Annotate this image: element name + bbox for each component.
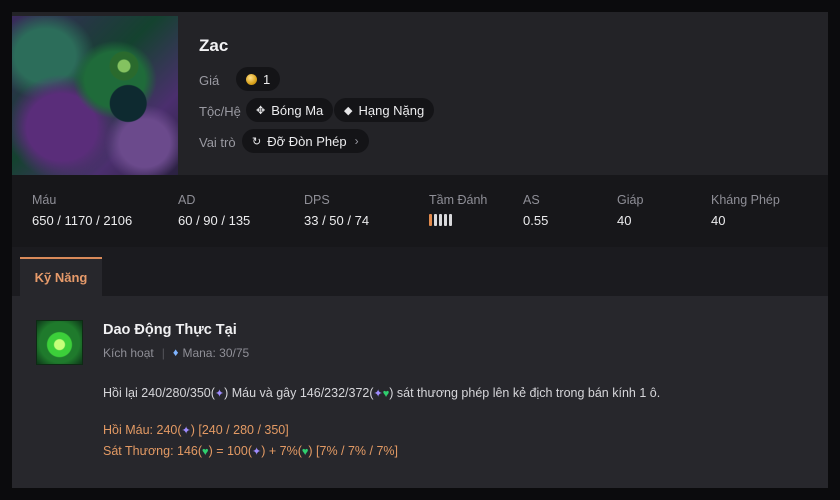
scaling-text: ) [7% / 7% / 7%] xyxy=(308,444,399,458)
stat-magic-resist: Kháng Phép 40 xyxy=(711,193,780,228)
stat-value: 0.55 xyxy=(523,213,549,228)
stat-armor: Giáp 40 xyxy=(617,193,643,228)
stat-label: Giáp xyxy=(617,193,644,207)
separator: | xyxy=(161,346,165,360)
chevron-right-icon: › xyxy=(354,134,359,148)
trait-chip-hang-nang[interactable]: ◆ Hạng Nặng xyxy=(334,98,435,122)
tab-skills[interactable]: Kỹ Năng xyxy=(20,257,102,296)
stat-label: Tầm Đánh xyxy=(429,193,488,207)
stat-as: AS 0.55 xyxy=(523,193,548,228)
stat-label: AD xyxy=(178,193,196,207)
scaling-text: ) = 100( xyxy=(208,444,252,458)
trait-label: Hạng Nặng xyxy=(358,102,425,118)
tab-bar: Kỹ Năng xyxy=(12,247,828,296)
scaling-text: ) + 7%( xyxy=(261,444,302,458)
range-bar xyxy=(429,214,432,226)
range-bar xyxy=(434,214,437,226)
ability-power-icon: ✦ xyxy=(181,425,191,437)
trait-label: Bóng Ma xyxy=(271,102,324,118)
ability-power-icon: ✦ xyxy=(373,388,383,400)
range-bar xyxy=(449,214,452,226)
damage-scaling: Sát Thương: 146(♥) = 100(✦) + 7%(♥) [7% … xyxy=(103,444,398,458)
cost-value: 1 xyxy=(263,71,271,87)
range-indicator xyxy=(429,214,487,226)
stat-health: Máu 650 / 1170 / 2106 xyxy=(32,193,132,228)
skill-description: Hồi lại 240/280/350(✦) Máu và gây 146/23… xyxy=(103,386,660,400)
skill-icon xyxy=(36,320,83,365)
stat-value: 650 / 1170 / 2106 xyxy=(32,213,133,228)
skill-name: Dao Động Thực Tại xyxy=(103,322,237,338)
stat-value: 33 / 50 / 74 xyxy=(304,213,370,228)
stat-value: 40 xyxy=(617,213,632,228)
desc-text: Hồi lại 240/280/350( xyxy=(103,386,215,400)
range-bar xyxy=(439,214,442,226)
mana-drop-icon: ♦ xyxy=(172,347,179,359)
champion-portrait xyxy=(12,16,178,175)
desc-text: ) Máu và gây 146/232/372( xyxy=(224,386,374,400)
desc-text: ) sát thương phép lên kẻ địch trong bán … xyxy=(389,386,661,400)
role-value: Đỡ Đòn Phép xyxy=(267,133,347,149)
stat-label: Kháng Phép xyxy=(711,193,780,207)
heavy-trait-icon: ◆ xyxy=(344,104,353,117)
tank-role-icon: ↻ xyxy=(252,135,262,148)
champion-name: Zac xyxy=(199,36,229,55)
skill-mana: Mana: 30/75 xyxy=(182,346,250,360)
stat-dps: DPS 33 / 50 / 74 xyxy=(304,193,369,228)
cost-label: Giá xyxy=(199,73,220,88)
skill-type: Kích hoạt xyxy=(103,346,154,360)
heal-scaling: Hồi Máu: 240(✦) [240 / 280 / 350] xyxy=(103,423,289,437)
role-chip[interactable]: ↻ Đỡ Đòn Phép › xyxy=(242,129,369,153)
gold-coin-icon xyxy=(246,73,257,85)
stat-ad: AD 60 / 90 / 135 xyxy=(178,193,250,228)
ability-power-icon: ✦ xyxy=(214,388,225,400)
champion-card: Zac Giá 1 Tộc/Hệ ✥ Bóng Ma ◆ Hạng Nặng V… xyxy=(12,12,828,488)
stat-value: 40 xyxy=(711,213,726,228)
champion-header: Zac Giá 1 Tộc/Hệ ✥ Bóng Ma ◆ Hạng Nặng V… xyxy=(12,12,828,175)
stat-label: AS xyxy=(523,193,540,207)
stat-label: Máu xyxy=(32,193,57,207)
stat-range: Tầm Đánh xyxy=(429,193,487,226)
skill-meta: Kích hoạt | ♦ Mana: 30/75 xyxy=(103,346,249,360)
scaling-text: ) [240 / 280 / 350] xyxy=(190,423,289,437)
scaling-text: Sát Thương: 146( xyxy=(103,444,203,458)
trait-chip-bong-ma[interactable]: ✥ Bóng Ma xyxy=(246,98,334,122)
ghost-trait-icon: ✥ xyxy=(256,104,266,117)
role-label: Vai trò xyxy=(199,135,236,150)
skill-panel: Dao Động Thực Tại Kích hoạt | ♦ Mana: 30… xyxy=(12,296,828,488)
range-bar xyxy=(444,214,447,226)
scaling-text: Hồi Máu: 240( xyxy=(103,423,182,437)
traits-label: Tộc/Hệ xyxy=(199,104,241,119)
stat-label: DPS xyxy=(304,193,330,207)
stat-value: 60 / 90 / 135 xyxy=(178,213,251,228)
stats-bar: Máu 650 / 1170 / 2106 AD 60 / 90 / 135 D… xyxy=(12,175,828,247)
ability-power-icon: ✦ xyxy=(252,446,262,458)
cost-chip: 1 xyxy=(236,67,281,91)
